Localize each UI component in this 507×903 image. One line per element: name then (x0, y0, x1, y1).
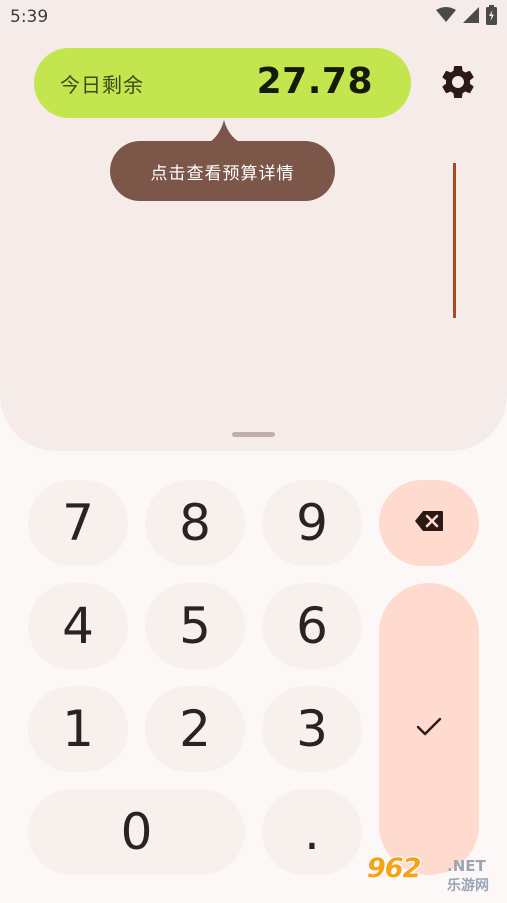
status-time: 5:39 (10, 7, 49, 27)
delete-button[interactable] (379, 480, 479, 566)
gear-icon (438, 62, 478, 106)
key-2[interactable]: 2 (145, 686, 245, 772)
key-6[interactable]: 6 (262, 583, 362, 669)
today-remaining-label: 今日剩余 (60, 73, 144, 97)
battery-charging-icon (486, 5, 497, 29)
tooltip-text: 点击查看预算详情 (150, 163, 295, 184)
confirm-button[interactable] (379, 583, 479, 875)
key-3[interactable]: 3 (262, 686, 362, 772)
key-1[interactable]: 1 (28, 686, 128, 772)
key-5[interactable]: 5 (145, 583, 245, 669)
key-decimal-point[interactable]: . (262, 789, 362, 875)
cell-signal-icon (462, 6, 480, 28)
key-9[interactable]: 9 (262, 480, 362, 566)
watermark-logo: 962 (367, 853, 421, 884)
budget-details-tooltip[interactable]: 点击查看预算详情 (110, 141, 335, 201)
status-icons (436, 5, 497, 29)
settings-button[interactable] (436, 62, 480, 106)
site-watermark: 962 .NET 乐游网 (367, 853, 503, 899)
watermark-net: .NET (447, 857, 486, 875)
today-remaining-button[interactable]: 今日剩余 27.78 (34, 48, 411, 118)
key-7[interactable]: 7 (28, 480, 128, 566)
wifi-icon (436, 7, 456, 27)
check-icon (416, 717, 442, 741)
key-8[interactable]: 8 (145, 480, 245, 566)
today-remaining-value: 27.78 (256, 61, 373, 102)
watermark-site-name: 乐游网 (447, 878, 489, 894)
key-4[interactable]: 4 (28, 583, 128, 669)
input-cursor (453, 163, 456, 318)
key-0[interactable]: 0 (28, 789, 245, 875)
status-bar: 5:39 (0, 0, 507, 34)
backspace-icon (414, 510, 444, 536)
sheet-drag-handle[interactable] (232, 432, 275, 437)
